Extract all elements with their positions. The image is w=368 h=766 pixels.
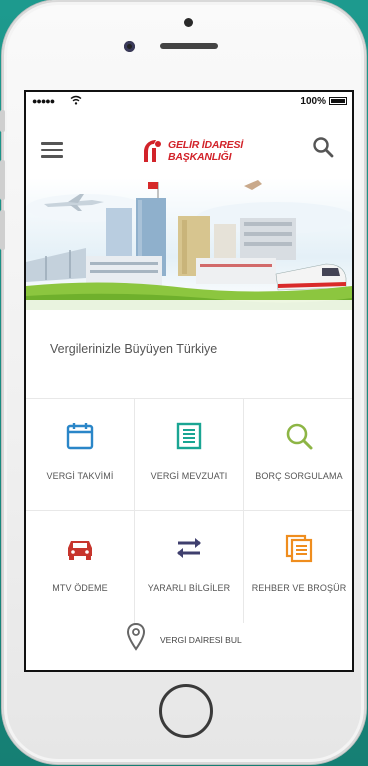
hamburger-menu-icon[interactable] bbox=[41, 142, 63, 158]
mute-switch bbox=[0, 110, 5, 132]
signal-strength: ●●●●● bbox=[32, 96, 55, 106]
documents-stack-icon bbox=[285, 534, 313, 563]
tax-office-finder-label: VERGİ DAİRESİ BUL bbox=[160, 635, 242, 645]
earpiece-speaker bbox=[160, 43, 218, 49]
menu-grid: VERGİ TAKVİMİ VERGİ MEVZUATI BORÇ SORGUL… bbox=[26, 398, 352, 623]
logo-text: GELİR İDARESİ BAŞKANLIĞI bbox=[168, 139, 243, 163]
search-icon[interactable] bbox=[312, 136, 334, 158]
wifi-icon bbox=[70, 95, 82, 105]
menu-tile-mtv-odeme[interactable]: MTV ÖDEME bbox=[26, 511, 135, 623]
car-icon bbox=[68, 541, 92, 560]
app-screen: ●●●●● 100% GELİR İDARESİ BAŞKANLIĞI Verg… bbox=[24, 90, 354, 672]
logo-line-1: GELİR İDARESİ bbox=[168, 139, 243, 151]
app-header: GELİR İDARESİ BAŞKANLIĞI bbox=[26, 112, 352, 182]
menu-tile-yararli-bilgiler[interactable]: YARARLI BİLGİLER bbox=[135, 511, 244, 623]
document-list-icon bbox=[176, 422, 202, 450]
logo-line-2: BAŞKANLIĞI bbox=[168, 151, 232, 163]
phone-frame: ●●●●● 100% GELİR İDARESİ BAŞKANLIĞI Verg… bbox=[0, 0, 366, 764]
menu-tile-vergi-mevzuati[interactable]: VERGİ MEVZUATI bbox=[135, 399, 244, 511]
home-button[interactable] bbox=[159, 684, 213, 738]
proximity-sensor bbox=[184, 18, 193, 27]
battery-percentage: 100% bbox=[300, 96, 326, 107]
menu-tile-rehber-ve-brosur[interactable]: REHBER VE BROŞÜR bbox=[244, 511, 352, 623]
menu-tile-label: VERGİ TAKVİMİ bbox=[46, 471, 114, 481]
volume-up-button bbox=[0, 160, 5, 200]
tagline: Vergilerinizle Büyüyen Türkiye bbox=[50, 342, 218, 356]
volume-down-button bbox=[0, 210, 5, 250]
menu-tile-label: BORÇ SORGULAMA bbox=[255, 471, 343, 481]
menu-tile-label: YARARLI BİLGİLER bbox=[147, 583, 231, 593]
menu-tile-label: VERGİ MEVZUATI bbox=[150, 471, 228, 481]
front-camera bbox=[124, 41, 135, 52]
location-pin-icon bbox=[126, 622, 146, 651]
battery-icon bbox=[329, 97, 347, 105]
city-banner-image bbox=[26, 178, 352, 310]
menu-tile-borc-sorgulama[interactable]: BORÇ SORGULAMA bbox=[244, 399, 352, 511]
transfer-arrows-icon bbox=[177, 538, 201, 558]
magnifier-icon bbox=[286, 423, 313, 450]
tax-office-finder[interactable]: VERGİ DAİRESİ BUL bbox=[26, 620, 352, 660]
menu-tile-vergi-takvimi[interactable]: VERGİ TAKVİMİ bbox=[26, 399, 135, 511]
status-bar: ●●●●● 100% bbox=[26, 92, 352, 112]
menu-tile-label: REHBER VE BROŞÜR bbox=[251, 583, 347, 593]
gib-logo-mark-icon bbox=[144, 140, 161, 162]
calendar-icon bbox=[66, 423, 94, 450]
menu-tile-label: MTV ÖDEME bbox=[52, 583, 108, 593]
